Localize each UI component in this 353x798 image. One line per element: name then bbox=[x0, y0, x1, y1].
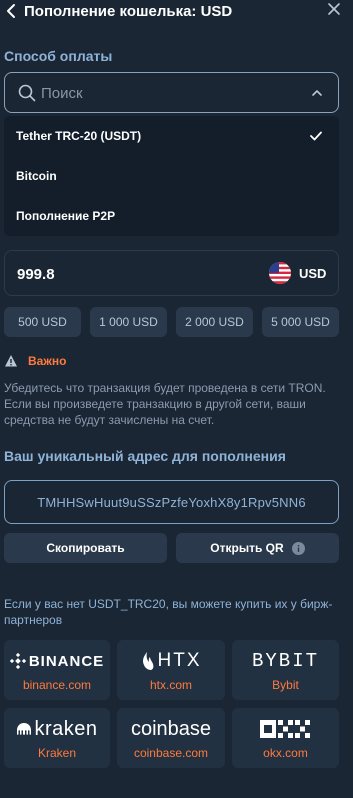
close-icon[interactable] bbox=[327, 2, 343, 18]
search-input[interactable] bbox=[41, 81, 301, 105]
option-label: Bitcoin bbox=[16, 169, 57, 183]
warning-text: Убедитесь что транзакция будет проведена… bbox=[4, 381, 326, 427]
option-p2p[interactable]: Пополнение P2P bbox=[4, 196, 339, 236]
payment-method-dropdown: Tether TRC-20 (USDT) Bitcoin Пополнение … bbox=[4, 116, 339, 236]
exchange-name: okx.com bbox=[263, 746, 308, 760]
option-tether-trc20[interactable]: Tether TRC-20 (USDT) bbox=[4, 116, 339, 156]
preset-2000-button[interactable]: 2 000 USD bbox=[176, 307, 253, 337]
preset-500-button[interactable]: 500 USD bbox=[4, 307, 81, 337]
open-qr-button-label: Открыть QR bbox=[210, 541, 284, 555]
okx-logo bbox=[232, 716, 339, 742]
exchange-name: Bybit bbox=[272, 678, 299, 692]
info-icon bbox=[291, 541, 305, 555]
kraken-logo-text: kraken bbox=[34, 717, 98, 740]
exchange-name: Kraken bbox=[37, 746, 77, 760]
okx-logo-mark bbox=[259, 720, 310, 738]
binance-logo-text: BINANCE bbox=[28, 652, 105, 670]
option-label: Пополнение P2P bbox=[16, 209, 116, 223]
payment-method-select[interactable] bbox=[4, 72, 339, 113]
amount-input[interactable] bbox=[17, 263, 217, 285]
warning-icon bbox=[4, 354, 18, 368]
exchange-htx-card[interactable]: HTX htx.com bbox=[117, 640, 225, 700]
copy-button-label: Скопировать bbox=[46, 541, 125, 555]
kraken-logo: kraken bbox=[4, 716, 110, 742]
buy-partners-note: Если у вас нет USDT_TRC20, вы можете куп… bbox=[4, 597, 333, 627]
warning-title: Важно bbox=[28, 354, 67, 368]
preset-5000-button[interactable]: 5 000 USD bbox=[262, 307, 339, 337]
coinbase-logo: coinbase bbox=[117, 716, 225, 742]
amount-field[interactable]: USD bbox=[4, 250, 339, 296]
bybit-logo-text: BYBIT bbox=[251, 650, 319, 672]
htx-logo-text: HTX bbox=[157, 650, 202, 671]
exchange-okx-card[interactable]: okx.com bbox=[232, 708, 339, 768]
chevron-up-icon[interactable] bbox=[310, 86, 324, 100]
exchange-bybit-card[interactable]: BYBIT Bybit bbox=[232, 640, 339, 700]
exchange-kraken-card[interactable]: kraken Kraken bbox=[4, 708, 110, 768]
deposit-address[interactable]: TMHHSwHuut9uSSzPzfeYoxhX8y1Rpv5NN6 bbox=[4, 480, 339, 524]
search-icon bbox=[18, 84, 36, 102]
exchange-binance-card[interactable]: BINANCE binance.com bbox=[4, 640, 110, 700]
option-label: Tether TRC-20 (USDT) bbox=[16, 129, 142, 143]
checkmark-icon bbox=[309, 129, 323, 143]
option-bitcoin[interactable]: Bitcoin bbox=[4, 156, 339, 196]
binance-logo: BINANCE bbox=[4, 648, 110, 674]
back-arrow-icon[interactable] bbox=[4, 2, 18, 20]
header: Пополнение кошелька: USD bbox=[0, 0, 353, 24]
exchange-name: binance.com bbox=[22, 678, 92, 692]
open-qr-button[interactable]: Открыть QR bbox=[176, 533, 339, 563]
us-flag-icon bbox=[269, 262, 291, 284]
preset-1000-button[interactable]: 1 000 USD bbox=[90, 307, 167, 337]
htx-logo: HTX bbox=[117, 648, 225, 674]
exchange-name: coinbase.com bbox=[133, 746, 209, 760]
currency-label: USD bbox=[299, 266, 327, 281]
exchange-coinbase-card[interactable]: coinbase coinbase.com bbox=[117, 708, 225, 768]
bybit-logo: BYBIT bbox=[232, 648, 339, 674]
exchange-name: htx.com bbox=[149, 678, 192, 692]
deposit-address-label: Ваш уникальный адрес для пополнения bbox=[4, 448, 286, 464]
payment-method-label: Способ оплаты bbox=[4, 48, 113, 64]
page-title: Пополнение кошелька: USD bbox=[24, 3, 233, 20]
warning-header: Важно bbox=[4, 354, 66, 368]
copy-button[interactable]: Скопировать bbox=[4, 533, 167, 563]
coinbase-logo-text: coinbase bbox=[130, 717, 212, 740]
